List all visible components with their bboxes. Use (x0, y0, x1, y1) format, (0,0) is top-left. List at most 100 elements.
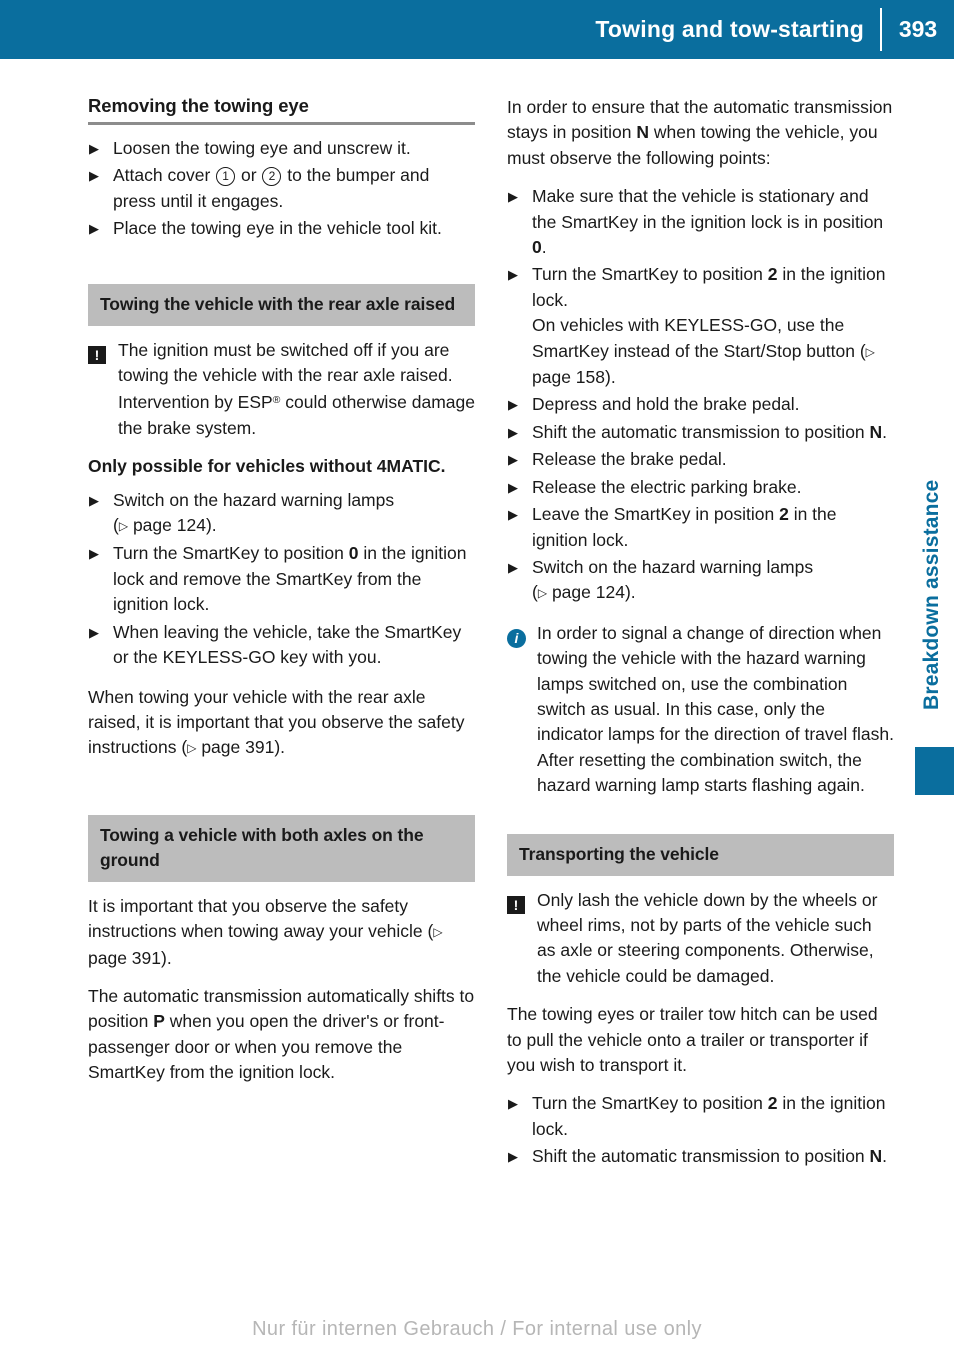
paragraph-safety-instructions: When towing your vehicle with the rear a… (88, 686, 465, 758)
heading-rule (88, 122, 475, 125)
heading-removing-the-towing-eye: Removing the towing eye (88, 95, 309, 116)
list-item: ▶ Depress and hold the brake pedal. (507, 392, 894, 417)
emphasis-value: P (153, 1011, 165, 1032)
footer-watermark: Nur für internen Gebrauch / For internal… (252, 1318, 702, 1340)
heading-towing-both-axles-on-ground: Towing a vehicle with both axles on the … (88, 814, 475, 882)
bullet-triangle-icon: ▶ (508, 452, 518, 468)
chapter-side-tab (915, 747, 954, 795)
list-item-text-a: Turn the SmartKey to position (532, 264, 768, 285)
list-item: ▶ Attach cover 1 or 2 to the bumper and p… (88, 163, 475, 214)
bullet-triangle-icon: ▶ (508, 189, 518, 205)
list-item: ▶ Switch on the hazard warning lamps (▷ p… (507, 555, 894, 607)
bullet-triangle-icon: ▶ (89, 141, 99, 156)
page-body: Removing the towing eye ▶ Loosen the tow… (0, 59, 954, 1354)
warning-icon: ! (507, 892, 525, 917)
bullet-triangle-icon: ▶ (508, 267, 518, 283)
info-note-text: In order to signal a change of direction… (537, 622, 894, 796)
note-only-possible-without-4matic: Only possible for vehicles without 4MATI… (88, 456, 446, 477)
info-icon: i (507, 625, 526, 650)
subtext-b: . (610, 367, 616, 388)
right-column: In order to ensure that the automatic tr… (507, 95, 894, 1172)
warning-text: Only lash the vehicle down by the wheels… (537, 889, 878, 986)
page-reference-text: page 124 (551, 582, 625, 603)
bullet-triangle-icon: ▶ (89, 221, 99, 237)
list-item: ▶ Switch on the hazard warning lamps (▷ p… (88, 488, 475, 540)
list-item-subtext: On vehicles with KEYLESS-GO, use the Sma… (532, 315, 875, 388)
list-item-text-b: . (882, 1146, 888, 1167)
callout-number-1: 1 (216, 167, 236, 187)
list-item-text-b: . (541, 237, 547, 258)
page-triangle-icon: ▷ (865, 344, 875, 359)
list-item-text-a: Make sure that the vehicle is stationary… (532, 186, 884, 232)
page-triangle-icon: ▷ (118, 519, 129, 534)
list-item-text: Loosen the towing eye and unscrew it. (113, 138, 411, 158)
page-triangle-icon: ▷ (537, 586, 548, 601)
emphasis-value: 2 (767, 264, 778, 285)
paragraph-text-b: . (280, 737, 286, 758)
list-item: ▶ Release the electric parking brake. (507, 475, 894, 500)
list-item: ▶ Release the brake pedal. (507, 447, 894, 472)
emphasis-value: 0 (532, 237, 542, 258)
page-header-bar: Towing and tow-starting 393 (0, 0, 954, 59)
list-item-text-b: . (882, 421, 888, 442)
list-item: ▶ Turn the SmartKey to position 2 in the … (507, 1091, 894, 1142)
bullet-triangle-icon: ▶ (89, 492, 99, 508)
list-item-text-a: Shift the automatic transmission to posi… (532, 421, 870, 442)
bullet-triangle-icon: ▶ (508, 1096, 518, 1112)
page-triangle-icon: ▷ (187, 741, 197, 756)
bullet-triangle-icon: ▶ (508, 559, 518, 575)
list-item: ▶ Turn the SmartKey to position 0 in the … (88, 541, 475, 617)
subtext-a: On vehicles with KEYLESS-GO, use the Sma… (532, 315, 860, 361)
info-note: i In order to signal a change of directio… (507, 621, 894, 799)
paragraph-observe-safety-instructions: It is important that you observe the saf… (88, 895, 443, 968)
list-item: ▶ Make sure that the vehicle is stationar… (507, 184, 894, 260)
page-reference-text: page 158 (532, 367, 605, 388)
list-item-text-mid: or (236, 165, 262, 186)
page-reference-text: page 391 (201, 737, 275, 758)
heading-transporting-the-vehicle: Transporting the vehicle (507, 833, 894, 876)
page-number: 393 (898, 16, 938, 42)
bullet-triangle-icon: ▶ (508, 507, 518, 523)
list-item: ▶ When leaving the vehicle, take the Smar… (88, 620, 475, 671)
paragraph-automatic-transmission-shifts-to-p: The automatic transmission automatically… (88, 984, 475, 1086)
bullet-triangle-icon: ▶ (508, 1149, 518, 1165)
page-reference: (▷ page 124). (113, 515, 217, 536)
warning-note: ! The ignition must be switched off if yo… (88, 338, 475, 442)
page-triangle-icon: ▷ (433, 925, 443, 940)
list-item-text: Turn the SmartKey to position (113, 543, 349, 564)
list-item: ▶ Place the towing eye in the vehicle to… (88, 216, 475, 241)
emphasis-value: N (636, 122, 650, 143)
heading-towing-rear-axle-raised: Towing the vehicle with the rear axle ra… (88, 283, 475, 326)
list-item-text-pre: Attach cover (113, 165, 216, 186)
page-header-content: Towing and tow-starting 393 (595, 0, 954, 59)
bullet-triangle-icon: ▶ (89, 168, 99, 184)
page-reference-tail: . (630, 582, 636, 603)
page-reference-text: page 391 (88, 947, 161, 968)
emphasis-value: N (869, 421, 883, 442)
list-item-text-a: Switch on the hazard warning lamps (532, 556, 814, 577)
list-item: ▶ Leave the SmartKey in position 2 in the… (507, 502, 894, 553)
bullet-triangle-icon: ▶ (508, 424, 518, 440)
emphasis-value: 0 (348, 543, 359, 564)
warning-icon: ! (88, 342, 106, 367)
list-item: ▶ Shift the automatic transmission to pos… (507, 1144, 894, 1169)
page-reference: (▷ page 124). (532, 582, 636, 603)
list-item-text: Place the towing eye in the vehicle tool… (113, 218, 442, 239)
page-header-title: Towing and tow-starting (595, 16, 864, 42)
list-item: ▶ Loosen the towing eye and unscrew it. (88, 136, 475, 161)
paragraph-towing-eyes-trailer-hitch: The towing eyes or trailer tow hitch can… (507, 1004, 878, 1075)
list-item-text-a: Depress and hold the brake pedal. (532, 394, 800, 415)
list-item: ▶ Turn the SmartKey to position 2 in the … (507, 262, 894, 390)
list-item-text: Switch on the hazard warning lamps (113, 489, 395, 510)
page-reference-text: page 124 (132, 515, 206, 536)
list-item-text-a: Release the electric parking brake. (532, 476, 802, 497)
left-column: Removing the towing eye ▶ Loosen the tow… (88, 95, 475, 1099)
list-item-text-a: Release the brake pedal. (532, 449, 727, 470)
paragraph-text-a: When towing your vehicle with the rear a… (88, 686, 465, 758)
